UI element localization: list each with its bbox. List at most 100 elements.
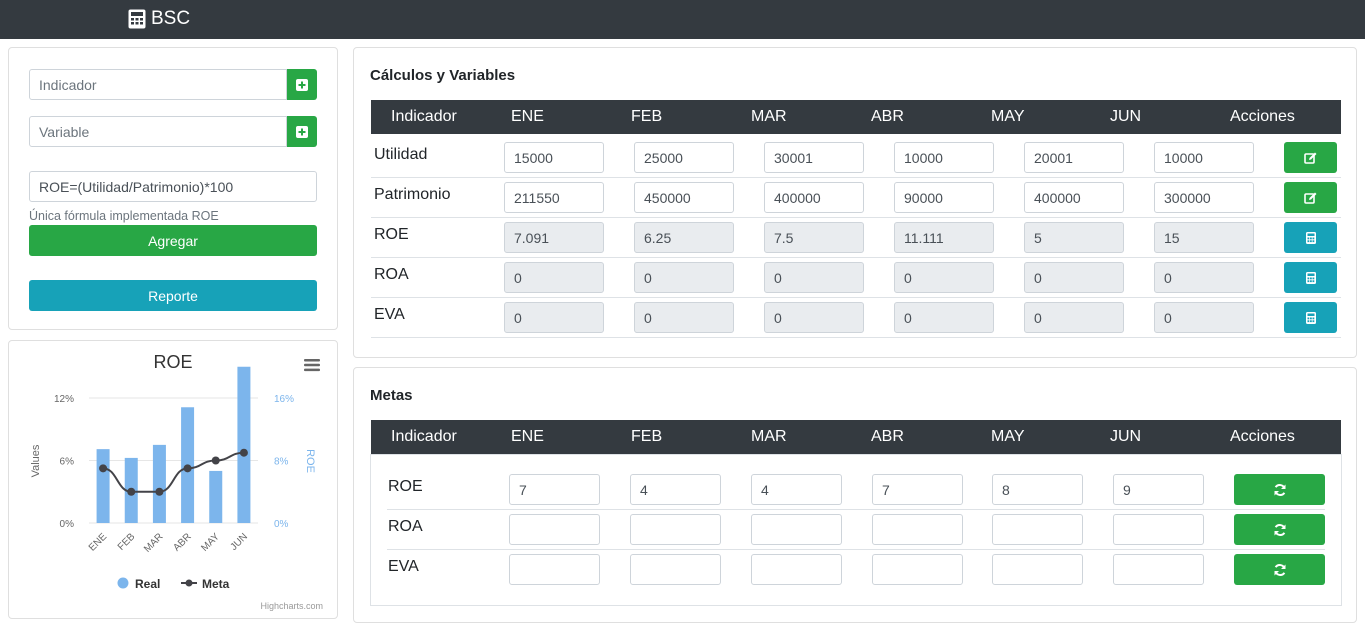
- meta-point-abr: [183, 464, 192, 473]
- calculator-icon: [1305, 231, 1316, 244]
- meta-input-feb[interactable]: [630, 514, 721, 545]
- header-feb: FEB: [631, 428, 663, 445]
- meta-input-may[interactable]: [992, 474, 1083, 505]
- refresh-icon: [1274, 483, 1285, 496]
- meta-input-jun[interactable]: [1113, 554, 1204, 585]
- value-input-may[interactable]: [1024, 262, 1124, 293]
- edit-button[interactable]: [1284, 182, 1337, 213]
- value-input-mar[interactable]: [764, 182, 864, 213]
- meta-input-may[interactable]: [992, 554, 1083, 585]
- refresh-button[interactable]: [1234, 514, 1325, 545]
- value-input-may[interactable]: [1024, 182, 1124, 213]
- add-indicador-button[interactable]: [287, 69, 317, 100]
- meta-input-ene[interactable]: [509, 474, 600, 505]
- value-input-jun[interactable]: [1154, 182, 1254, 213]
- header-mar: MAR: [751, 108, 787, 125]
- value-input-abr[interactable]: [894, 302, 994, 333]
- meta-input-abr[interactable]: [872, 554, 963, 585]
- bar-real-jun: [237, 366, 251, 523]
- report-button[interactable]: Reporte: [29, 280, 317, 311]
- value-input-mar[interactable]: [764, 142, 864, 173]
- meta-input-jun[interactable]: [1113, 474, 1204, 505]
- value-input-feb[interactable]: [634, 222, 734, 253]
- header-feb: FEB: [631, 108, 663, 125]
- add-button[interactable]: Agregar: [29, 225, 317, 256]
- add-variable-button[interactable]: [287, 116, 317, 147]
- formula-input[interactable]: [29, 171, 317, 202]
- variable-group: [29, 116, 317, 147]
- edit-icon: [1303, 192, 1316, 204]
- plus-square-icon: [296, 125, 308, 138]
- value-input-feb[interactable]: [634, 302, 734, 333]
- value-input-may[interactable]: [1024, 302, 1124, 333]
- meta-input-mar[interactable]: [751, 514, 842, 545]
- meta-input-feb[interactable]: [630, 474, 721, 505]
- value-input-ene[interactable]: [504, 142, 604, 173]
- value-input-jun[interactable]: [1154, 302, 1254, 333]
- row-label: ROA: [374, 266, 409, 283]
- value-input-abr[interactable]: [894, 182, 994, 213]
- row-label: Patrimonio: [374, 186, 451, 203]
- header-acciones: Acciones: [1230, 108, 1295, 125]
- refresh-button[interactable]: [1234, 554, 1325, 585]
- meta-input-mar[interactable]: [751, 554, 842, 585]
- edit-icon: [1303, 152, 1316, 164]
- value-input-jun[interactable]: [1154, 142, 1254, 173]
- meta-input-ene[interactable]: [509, 514, 600, 545]
- formula-help-text: Única fórmula implementada ROE: [29, 209, 219, 223]
- edit-button[interactable]: [1284, 142, 1337, 173]
- header-mar: MAR: [751, 428, 787, 445]
- value-input-mar[interactable]: [764, 222, 864, 253]
- meta-input-jun[interactable]: [1113, 514, 1204, 545]
- value-input-ene[interactable]: [504, 302, 604, 333]
- brand[interactable]: BSC: [128, 8, 190, 30]
- row-divider: [387, 549, 1325, 550]
- meta-input-ene[interactable]: [509, 554, 600, 585]
- calculate-button[interactable]: [1284, 222, 1337, 253]
- header-jun: JUN: [1110, 428, 1142, 445]
- variable-input[interactable]: [29, 116, 287, 147]
- meta-input-may[interactable]: [992, 514, 1083, 545]
- value-input-ene[interactable]: [504, 262, 604, 293]
- indicador-input[interactable]: [29, 69, 287, 100]
- row-label: ROE: [388, 478, 423, 495]
- value-input-mar[interactable]: [764, 262, 864, 293]
- value-input-abr[interactable]: [894, 262, 994, 293]
- chart-credits: Highcharts.com: [260, 601, 323, 611]
- header-may: MAY: [991, 428, 1025, 445]
- refresh-button[interactable]: [1234, 474, 1325, 505]
- value-input-feb[interactable]: [634, 182, 734, 213]
- legend-meta-marker: [185, 579, 193, 587]
- meta-input-feb[interactable]: [630, 554, 721, 585]
- calculate-button[interactable]: [1284, 262, 1337, 293]
- meta-input-abr[interactable]: [872, 514, 963, 545]
- row-label: EVA: [374, 306, 405, 323]
- roe-chart: 0% 6% 12% 0% 8% 16% Values ROE ENE FEB MAR ABR MAY JU…: [30, 366, 323, 611]
- value-input-mar[interactable]: [764, 302, 864, 333]
- value-input-may[interactable]: [1024, 222, 1124, 253]
- value-input-ene[interactable]: [504, 182, 604, 213]
- row-divider: [371, 177, 1341, 178]
- value-input-jun[interactable]: [1154, 262, 1254, 293]
- calculate-button[interactable]: [1284, 302, 1337, 333]
- row-divider: [371, 257, 1341, 258]
- value-input-feb[interactable]: [634, 142, 734, 173]
- value-input-feb[interactable]: [634, 262, 734, 293]
- value-input-ene[interactable]: [504, 222, 604, 253]
- refresh-icon: [1274, 523, 1285, 536]
- row-divider: [371, 297, 1341, 298]
- meta-input-mar[interactable]: [751, 474, 842, 505]
- calculator-icon: [1305, 311, 1316, 324]
- header-abr: ABR: [871, 108, 904, 125]
- y-tick-label: 12%: [54, 394, 74, 405]
- calculator-icon: [128, 9, 146, 29]
- value-input-abr[interactable]: [894, 222, 994, 253]
- value-input-jun[interactable]: [1154, 222, 1254, 253]
- y-tick-label: 6%: [60, 457, 75, 468]
- metas-card: Metas Indicador ENE FEB MAR ABR MAY JUN …: [353, 367, 1357, 623]
- y2-tick-label: 16%: [274, 394, 294, 405]
- value-input-abr[interactable]: [894, 142, 994, 173]
- value-input-may[interactable]: [1024, 142, 1124, 173]
- meta-input-abr[interactable]: [872, 474, 963, 505]
- y-tick-label: 0%: [60, 519, 75, 530]
